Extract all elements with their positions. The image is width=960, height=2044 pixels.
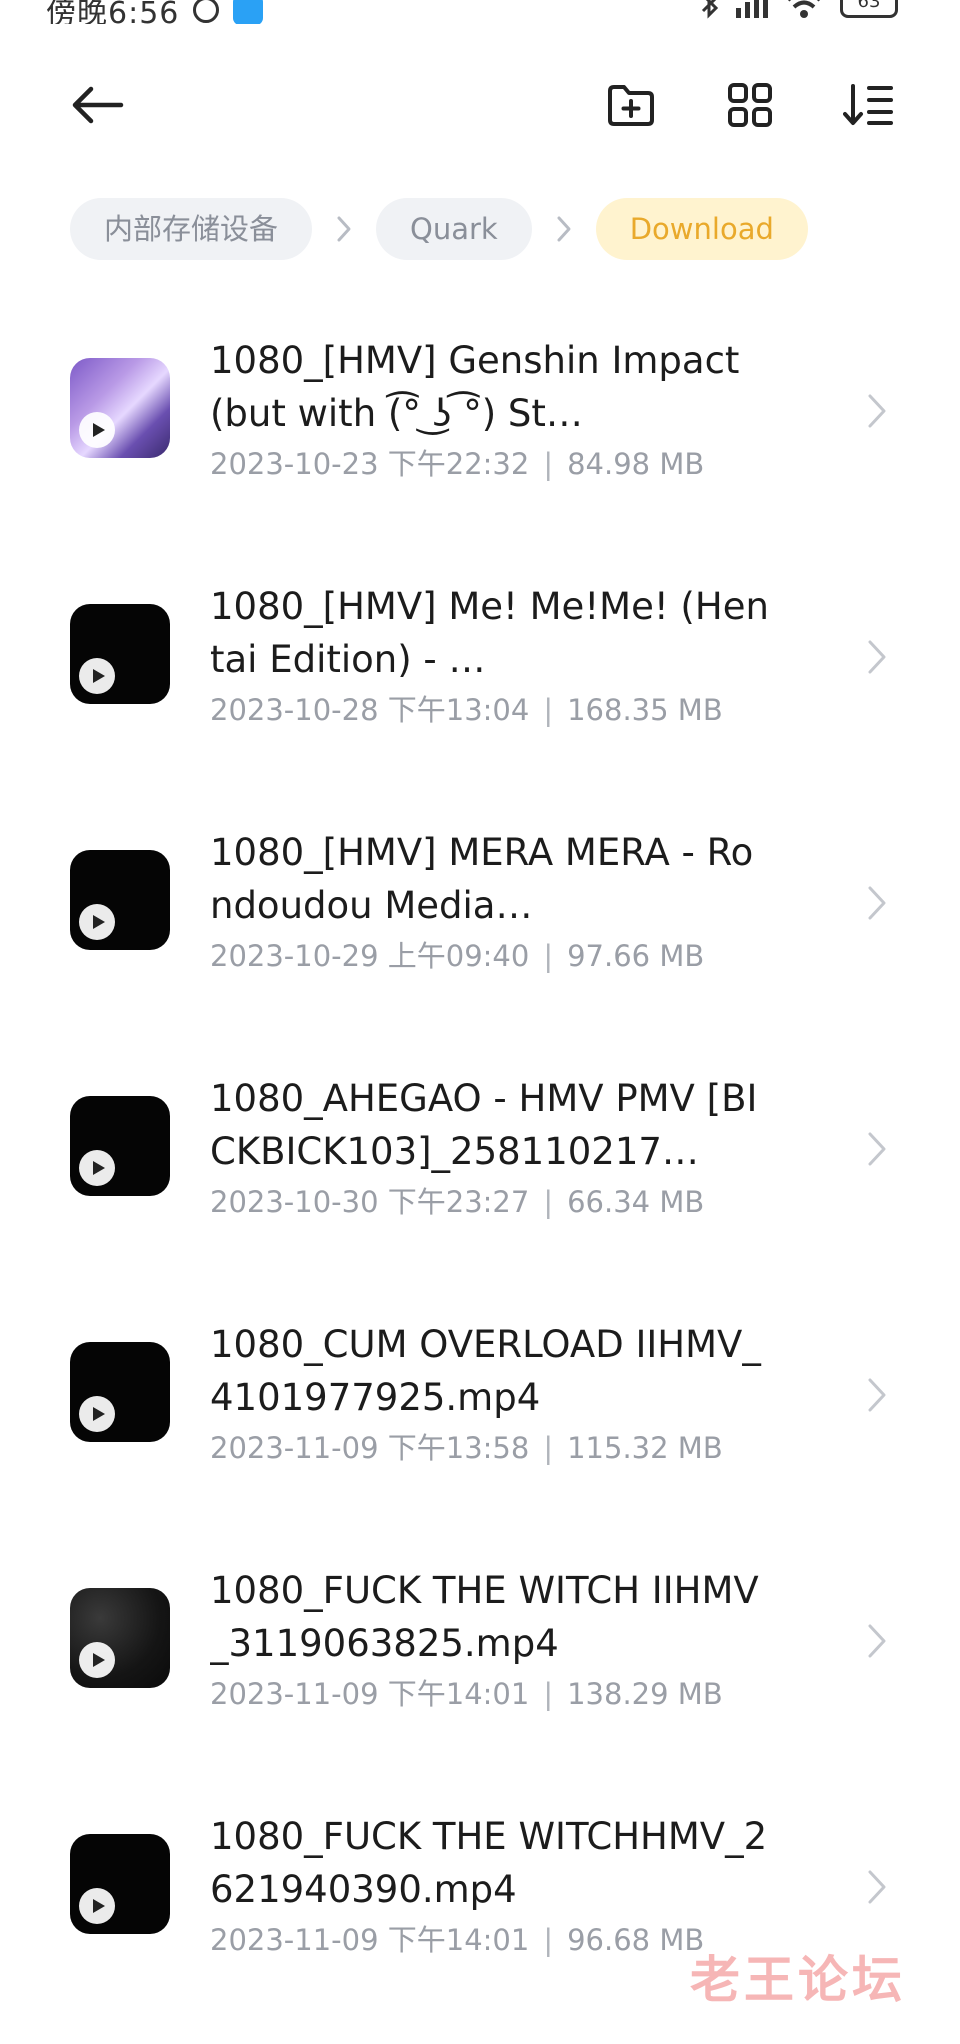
view-mode-button[interactable]: [715, 70, 785, 140]
file-size: 115.32 MB: [567, 1431, 723, 1465]
file-meta: 2023-10-29 上午09:40 | 97.66 MB: [210, 936, 704, 976]
file-date: 2023-11-09 下午14:01: [210, 1677, 530, 1711]
file-size: 84.98 MB: [567, 447, 705, 481]
file-size: 168.35 MB: [567, 693, 723, 727]
sort-button[interactable]: [834, 70, 904, 140]
file-name: 1080_FUCK THE WITCHHMV_2621940390.mp4: [210, 1815, 768, 1911]
play-icon: [79, 1888, 115, 1924]
file-meta: 2023-11-09 下午13:58 | 115.32 MB: [210, 1428, 723, 1468]
file-size: 97.66 MB: [567, 939, 705, 973]
file-size: 138.29 MB: [567, 1677, 723, 1711]
video-thumbnail: [70, 604, 170, 704]
battery-indicator: 63: [840, 0, 898, 18]
meta-separator: |: [543, 939, 554, 973]
video-thumbnail: [70, 1588, 170, 1688]
file-date: 2023-11-09 下午13:58: [210, 1431, 530, 1465]
chevron-right-icon: [862, 880, 892, 926]
status-bar: 傍晚6:56 63: [0, 0, 960, 24]
back-button[interactable]: [62, 70, 132, 140]
meta-separator: |: [543, 1923, 554, 1957]
chevron-right-icon: [862, 1864, 892, 1910]
breadcrumb-quark[interactable]: Quark: [376, 198, 532, 260]
file-size: 66.34 MB: [567, 1185, 705, 1219]
file-list-item[interactable]: 1080_[HMV] MERA MERA - Rondoudou Media… 2…: [0, 802, 960, 1048]
chevron-right-icon: [532, 198, 596, 260]
play-icon: [79, 1150, 115, 1186]
file-date: 2023-10-23 下午22:32: [210, 447, 530, 481]
sort-icon: [843, 84, 893, 125]
chevron-right-icon: [862, 388, 892, 434]
play-icon: [79, 1642, 115, 1678]
signal-icon: [736, 0, 768, 18]
file-meta: 2023-11-09 下午14:01 | 96.68 MB: [210, 1920, 704, 1960]
file-name: 1080_CUM OVERLOAD IIHMV_4101977925.mp4: [210, 1323, 761, 1419]
bluetooth-icon: [701, 0, 719, 19]
notification-app-icon: [233, 0, 264, 24]
file-name: 1080_[HMV] MERA MERA - Rondoudou Media…: [210, 831, 754, 927]
video-thumbnail: [70, 1096, 170, 1196]
play-icon: [79, 412, 115, 448]
meta-separator: |: [543, 1185, 554, 1219]
chevron-right-icon: [862, 634, 892, 680]
watermark: 老王论坛: [690, 1951, 906, 2009]
toolbar: [0, 60, 960, 140]
file-date: 2023-10-30 下午23:27: [210, 1185, 530, 1219]
file-list: 1080_[HMV] Genshin Impact (but with (͡° …: [0, 310, 960, 2032]
file-list-item[interactable]: 1080_AHEGAO - HMV PMV [BICKBICK103]_2581…: [0, 1048, 960, 1294]
play-icon: [79, 658, 115, 694]
file-meta: 2023-11-09 下午14:01 | 138.29 MB: [210, 1674, 723, 1714]
file-list-item[interactable]: 1080_[HMV] Genshin Impact (but with (͡° …: [0, 310, 960, 556]
chevron-right-icon: [312, 198, 376, 260]
alarm-icon: [193, 0, 220, 23]
new-folder-button[interactable]: [596, 70, 666, 140]
meta-separator: |: [543, 1431, 554, 1465]
video-thumbnail: [70, 358, 170, 458]
video-thumbnail: [70, 1342, 170, 1442]
play-icon: [79, 904, 115, 940]
file-list-item[interactable]: 1080_FUCK THE WITCH IIHMV_3119063825.mp4…: [0, 1540, 960, 1786]
file-size: 96.68 MB: [567, 1923, 705, 1957]
meta-separator: |: [543, 447, 554, 481]
file-name: 1080_AHEGAO - HMV PMV [BICKBICK103]_2581…: [210, 1077, 758, 1173]
grid-view-icon: [728, 83, 772, 127]
arrow-left-icon: [72, 86, 124, 124]
breadcrumb-internal-storage[interactable]: 内部存储设备: [70, 198, 313, 260]
file-name: 1080_[HMV] Me! Me!Me! (Hentai Edition) -…: [210, 585, 769, 681]
wifi-icon: [788, 0, 820, 18]
status-right: 63: [700, 0, 898, 20]
file-date: 2023-10-28 下午13:04: [210, 693, 530, 727]
chevron-right-icon: [862, 1372, 892, 1418]
chevron-right-icon: [862, 1126, 892, 1172]
file-date: 2023-11-09 下午14:01: [210, 1923, 530, 1957]
file-meta: 2023-10-30 下午23:27 | 66.34 MB: [210, 1182, 704, 1222]
meta-separator: |: [543, 1677, 554, 1711]
play-icon: [79, 1396, 115, 1432]
status-time: 傍晚6:56: [46, 0, 180, 24]
video-thumbnail: [70, 850, 170, 950]
file-name: 1080_[HMV] Genshin Impact (but with (͡° …: [210, 339, 740, 435]
status-left: 傍晚6:56: [46, 0, 264, 24]
breadcrumb: 内部存储设备 Quark Download: [70, 198, 808, 260]
video-thumbnail: [70, 1834, 170, 1934]
breadcrumb-download[interactable]: Download: [595, 198, 808, 260]
file-list-item[interactable]: 1080_CUM OVERLOAD IIHMV_4101977925.mp4 20…: [0, 1294, 960, 1540]
file-name: 1080_FUCK THE WITCH IIHMV_3119063825.mp4: [210, 1569, 759, 1665]
chevron-right-icon: [862, 1618, 892, 1664]
file-meta: 2023-10-23 下午22:32 | 84.98 MB: [210, 444, 704, 484]
file-meta: 2023-10-28 下午13:04 | 168.35 MB: [210, 690, 723, 730]
folder-plus-icon: [608, 85, 654, 126]
file-list-item[interactable]: 1080_[HMV] Me! Me!Me! (Hentai Edition) -…: [0, 556, 960, 802]
meta-separator: |: [543, 693, 554, 727]
file-date: 2023-10-29 上午09:40: [210, 939, 530, 973]
